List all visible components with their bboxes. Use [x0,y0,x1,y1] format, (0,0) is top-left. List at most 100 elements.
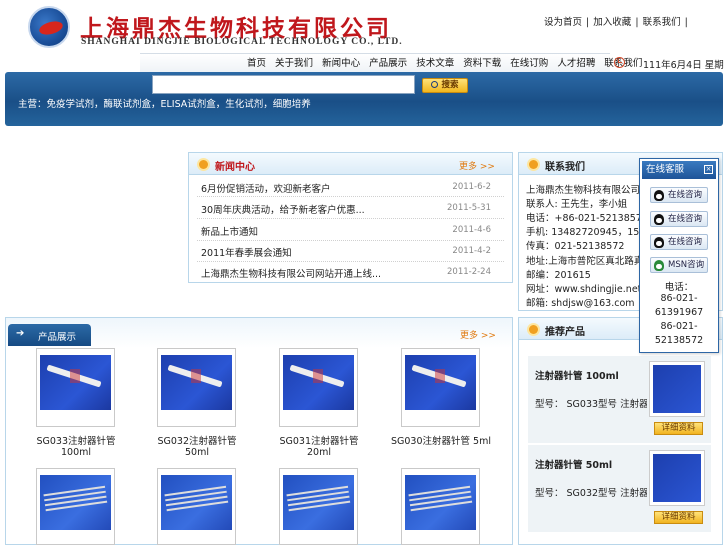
contact-line: 邮编：201615 [526,270,591,281]
qq-consult-label: 在线咨询 [668,237,703,247]
qq-consult-button[interactable]: 在线咨询 [650,187,708,203]
news-item-date: 2011-6-2 [452,182,491,192]
detail-button[interactable]: 详细资料 [654,422,703,435]
sun-icon [529,325,538,334]
nav-item-jobs[interactable]: 人才招聘 [554,54,598,73]
online-service-header: 在线客服 × [642,161,716,179]
divider [197,218,504,219]
contact-line: 传真：021-52138572 [526,241,625,252]
product-label[interactable]: SG032注射器针管 50ml [147,433,247,458]
search-button-label: 搜索 [441,80,459,90]
recommend-item-name[interactable]: 注射器针管 50ml [535,457,612,471]
news-item[interactable]: 上海鼎杰生物科技有限公司网站开通上线... 2011-2-24 [201,266,491,284]
phone-label: 电话： [664,282,694,293]
product-label[interactable]: SG033注射器针管 100ml [26,433,126,458]
contact-line: 手机: 13482720945，15902 [526,227,658,238]
product-image [40,355,111,410]
news-item-title[interactable]: 2011年春季展会通知 [201,245,292,259]
nav-item-news[interactable]: 新闻中心 [319,54,363,73]
news-item-date: 2011-2-24 [447,267,491,277]
qq-consult-label: 在线咨询 [668,190,703,200]
recommend-item: 注射器针管 50ml 型号： SG032型号 注射器针管 5... 详细资料 [528,444,711,532]
recommend-item-image[interactable] [649,450,705,506]
toplink-home[interactable]: 设为首页 [544,17,582,28]
keyword-line: 主营：免疫学试剂，酶联试剂盒，ELISA试剂盒，生化试剂，细胞培养 [18,99,311,110]
qq-penguin-icon [654,214,664,225]
nav-item-products[interactable]: 产品展示 [366,54,410,73]
news-item-title[interactable]: 30周年庆典活动，给予新老客户优惠... [201,202,365,216]
toplink-sep: | [684,17,688,28]
nav-item-downloads[interactable]: 资料下载 [460,54,504,73]
recommend-item-name[interactable]: 注射器针管 100ml [535,368,619,382]
product-image [283,475,354,530]
close-icon[interactable]: × [704,165,713,174]
news-item-date: 2011-4-2 [452,246,491,256]
msn-consult-button[interactable]: MSN咨询 [650,257,708,273]
product-thumbnail[interactable] [279,468,358,545]
search-input[interactable] [152,75,415,94]
divider [197,196,504,197]
toplink-contact[interactable]: 联系我们 [643,17,681,28]
clock-icon [614,57,625,68]
divider [197,261,504,262]
product-image [283,355,354,410]
toplink-favorite[interactable]: 加入收藏 [593,17,631,28]
products-more-link[interactable]: 更多 >> [460,328,496,341]
news-item-date: 2011-5-31 [447,203,491,213]
qq-penguin-icon [654,190,664,201]
online-service-widget: 在线客服 × 在线咨询 在线咨询 在线咨询 MSN咨询 电话： 86-021- … [639,158,719,353]
contact-line: 联系人: 王先生，李小姐 [526,199,628,210]
company-name-en: SHANGHAI DINGJIE BIOLOGICAL TECHNOLOGY C… [81,37,403,47]
product-image [405,355,476,410]
msn-consult-label: MSN咨询 [668,260,705,270]
nav-item-about[interactable]: 关于我们 [272,54,316,73]
qq-penguin-icon [654,237,664,248]
product-image [161,475,232,530]
product-label[interactable]: SG031注射器针管 20ml [269,433,369,458]
divider [197,240,504,241]
news-panel-title: 新闻中心 [215,162,255,173]
recommend-panel-title: 推荐产品 [545,327,585,338]
recommend-item-desc: 型号： SG033型号 注射器针管 1... [535,399,647,410]
qq-consult-button[interactable]: 在线咨询 [650,234,708,250]
sun-icon [199,160,208,169]
msn-icon [654,260,664,271]
product-thumbnail[interactable] [401,468,480,545]
recommend-item-desc: 型号： SG032型号 注射器针管 5... [535,488,647,499]
products-tab[interactable]: ➔ 产品展示 [8,324,91,346]
top-links: 设为首页 | 加入收藏 | 联系我们 | [544,14,689,28]
search-button[interactable]: 搜索 [422,78,468,93]
toplink-sep: | [586,17,590,28]
contact-panel-title: 联系我们 [545,162,585,173]
nav-item-order[interactable]: 在线订购 [507,54,551,73]
news-item-date: 2011-4-6 [452,225,491,235]
nav-item-articles[interactable]: 技术文章 [413,54,457,73]
news-item-title[interactable]: 上海鼎杰生物科技有限公司网站开通上线... [201,266,381,280]
contact-line[interactable]: 邮箱: shdjsw@163.com [526,295,635,309]
product-label[interactable]: SG030注射器针管 5ml [391,433,491,447]
product-image [40,475,111,530]
product-thumbnail[interactable] [279,348,358,427]
toplink-sep: | [635,17,639,28]
nav-item-home[interactable]: 首页 [244,54,269,73]
news-item-title[interactable]: 6月份促销活动，欢迎新老客户 [201,181,331,195]
phone-number: 61391967 [654,307,704,318]
product-thumbnail[interactable] [157,348,236,427]
product-thumbnail[interactable] [36,348,115,427]
phone-number: 86-021- [660,321,698,332]
product-thumbnail[interactable] [157,468,236,545]
qq-consult-button[interactable]: 在线咨询 [650,211,708,227]
product-thumbnail[interactable] [401,348,480,427]
sun-icon [529,160,538,169]
qq-consult-label: 在线咨询 [668,214,703,224]
news-item-title[interactable]: 新品上市通知 [201,224,258,238]
product-thumbnail[interactable] [36,468,115,545]
news-more-link[interactable]: 更多 >> [459,159,495,172]
phone-number: 52138572 [654,335,704,346]
online-service-title: 在线客服 [646,164,685,175]
company-logo-icon[interactable] [28,6,70,48]
recommend-item-image[interactable] [649,361,705,417]
contact-line[interactable]: 网址：www.shdingjie.net [526,281,641,295]
detail-button[interactable]: 详细资料 [654,511,703,524]
product-image [405,475,476,530]
